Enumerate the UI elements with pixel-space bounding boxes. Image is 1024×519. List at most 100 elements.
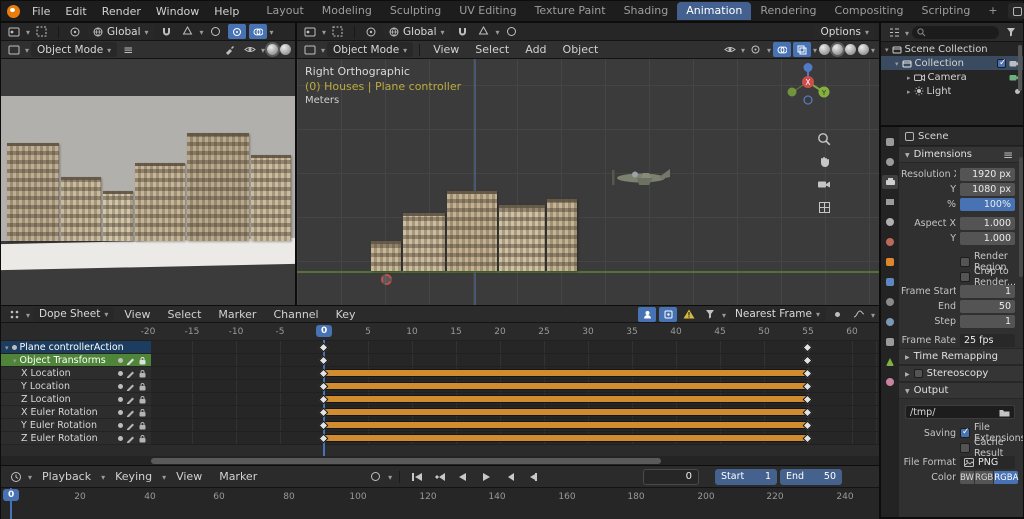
falloff-icon[interactable] [850, 307, 868, 322]
editor-type-icon[interactable] [7, 469, 25, 484]
disclosure-icon[interactable] [895, 58, 899, 69]
chevron-down-icon[interactable] [28, 470, 32, 483]
editor-type-icon[interactable] [5, 24, 23, 39]
left-orientation-dropdown[interactable]: Global [87, 24, 155, 39]
lock-icon[interactable] [138, 434, 147, 443]
active-tool-icon[interactable] [329, 24, 347, 39]
menu-help[interactable]: Help [207, 3, 246, 20]
color-rgb-button[interactable]: RGB [974, 471, 994, 484]
channel-row-z-euler[interactable]: Z Euler Rotation [1, 432, 879, 445]
chevron-down-icon[interactable] [741, 43, 745, 56]
cache-result-checkbox[interactable] [960, 443, 970, 453]
color-rgba-button[interactable]: RGBA [994, 471, 1019, 484]
resolution-percent-slider[interactable]: 100% [960, 198, 1015, 211]
y-neg-axis-ball[interactable] [787, 87, 797, 97]
shading-rendered-icon[interactable] [280, 44, 291, 55]
pencil-icon[interactable] [126, 395, 135, 404]
snap-target-icon[interactable] [475, 24, 493, 39]
render-region-checkbox[interactable] [960, 257, 970, 267]
tab-object[interactable] [882, 255, 898, 269]
menu-select[interactable]: Select [468, 41, 516, 58]
tab-object-data[interactable] [882, 355, 898, 369]
camera-view-icon[interactable] [815, 177, 833, 192]
outliner-item-collection[interactable]: Collection [881, 56, 1023, 70]
shading-material-icon[interactable] [844, 44, 856, 55]
play-button[interactable] [476, 469, 496, 485]
building[interactable] [447, 191, 497, 271]
building[interactable] [547, 199, 577, 271]
pencil-icon[interactable] [126, 369, 135, 378]
chevron-down-icon[interactable] [321, 43, 325, 56]
gizmo-toggle-icon[interactable] [227, 24, 246, 39]
disclosure-icon[interactable] [907, 86, 911, 97]
tab-rendering[interactable]: Rendering [751, 2, 825, 20]
disclosure-icon[interactable] [885, 44, 889, 55]
menu-keying[interactable]: Keying [108, 468, 159, 485]
output-path-field[interactable]: /tmp/ [905, 405, 1015, 419]
jump-to-end-button[interactable] [522, 469, 542, 485]
scene-selector[interactable]: Scene [1007, 3, 1024, 19]
keyframe-bar[interactable] [324, 434, 808, 442]
keying-dot-icon[interactable] [118, 370, 123, 376]
tab-compositing[interactable]: Compositing [826, 2, 913, 20]
frame-start-field[interactable]: Start 1 [715, 468, 777, 485]
tab-animation[interactable]: Animation [677, 2, 752, 20]
only-errors-icon[interactable] [680, 307, 698, 322]
add-workspace-button[interactable]: + [979, 2, 1006, 20]
z-neg-axis-ball[interactable] [803, 95, 813, 105]
chevron-down-icon[interactable] [388, 470, 392, 483]
panel-stereoscopy[interactable]: Stereoscopy [899, 365, 1023, 382]
keying-dot-icon[interactable] [118, 435, 123, 441]
tab-render[interactable] [882, 155, 898, 169]
menu-view[interactable]: View [426, 41, 466, 58]
pencil-icon[interactable] [126, 382, 135, 391]
resolution-y-field[interactable]: 1080 px [960, 183, 1015, 196]
zoom-icon[interactable] [815, 131, 833, 146]
menu-select[interactable]: Select [160, 306, 208, 323]
tab-shading[interactable]: Shading [615, 2, 678, 20]
keying-dot-icon[interactable] [118, 422, 123, 428]
filter-icon[interactable] [701, 307, 719, 322]
tab-scene[interactable] [882, 215, 898, 229]
dope-sheet-mode-dropdown[interactable]: Dope Sheet [33, 306, 115, 322]
resolution-x-field[interactable]: 1920 px [960, 168, 1015, 181]
blender-logo-icon[interactable] [7, 4, 20, 18]
show-overlays-icon[interactable] [772, 42, 791, 57]
plane-object[interactable] [611, 166, 673, 188]
proportional-editing-icon[interactable] [207, 24, 225, 39]
pencil-icon[interactable] [126, 434, 135, 443]
menu-channel[interactable]: Channel [266, 306, 325, 323]
navigation-gizmo[interactable]: Y X [782, 62, 834, 108]
chevron-down-icon[interactable] [200, 25, 204, 38]
options-dropdown[interactable]: Options [814, 24, 875, 39]
orientation-dropdown[interactable]: Global [383, 24, 451, 39]
chevron-down-icon[interactable] [25, 43, 29, 56]
lock-icon[interactable] [138, 369, 147, 378]
channel-row-group[interactable]: Object Transforms [1, 354, 879, 367]
channel-row-x-location[interactable]: X Location [1, 367, 879, 380]
pencil-icon[interactable] [126, 421, 135, 430]
menu-view[interactable]: View [117, 306, 157, 323]
menu-file[interactable]: File [25, 3, 57, 20]
aspect-x-field[interactable]: 1.000 [960, 217, 1015, 230]
viewport-canvas[interactable]: Right Orthographic (0) Houses | Plane co… [297, 59, 879, 306]
z-axis-ball[interactable] [803, 63, 813, 72]
chevron-down-icon[interactable] [322, 25, 326, 38]
outliner-scrollbar[interactable] [1018, 45, 1022, 91]
tab-physics[interactable] [882, 315, 898, 329]
menu-window[interactable]: Window [149, 3, 206, 20]
snap-dropdown[interactable]: Nearest Frame [729, 306, 826, 322]
chevron-down-icon[interactable] [767, 43, 771, 56]
tab-modeling[interactable]: Modeling [313, 2, 381, 20]
snap-magnet-icon[interactable] [158, 24, 176, 39]
current-frame-field[interactable]: 0 [643, 468, 699, 485]
filter-icon[interactable] [1002, 25, 1020, 40]
tab-layout[interactable]: Layout [257, 2, 312, 20]
editor-type-icon[interactable] [301, 24, 319, 39]
keyframe-bar[interactable] [324, 421, 808, 429]
play-reverse-button[interactable] [453, 469, 473, 485]
channel-row-y-location[interactable]: Y Location [1, 380, 879, 393]
panel-options-icon[interactable] [999, 149, 1017, 161]
pivot-point-icon[interactable] [66, 24, 84, 39]
lock-icon[interactable] [138, 382, 147, 391]
